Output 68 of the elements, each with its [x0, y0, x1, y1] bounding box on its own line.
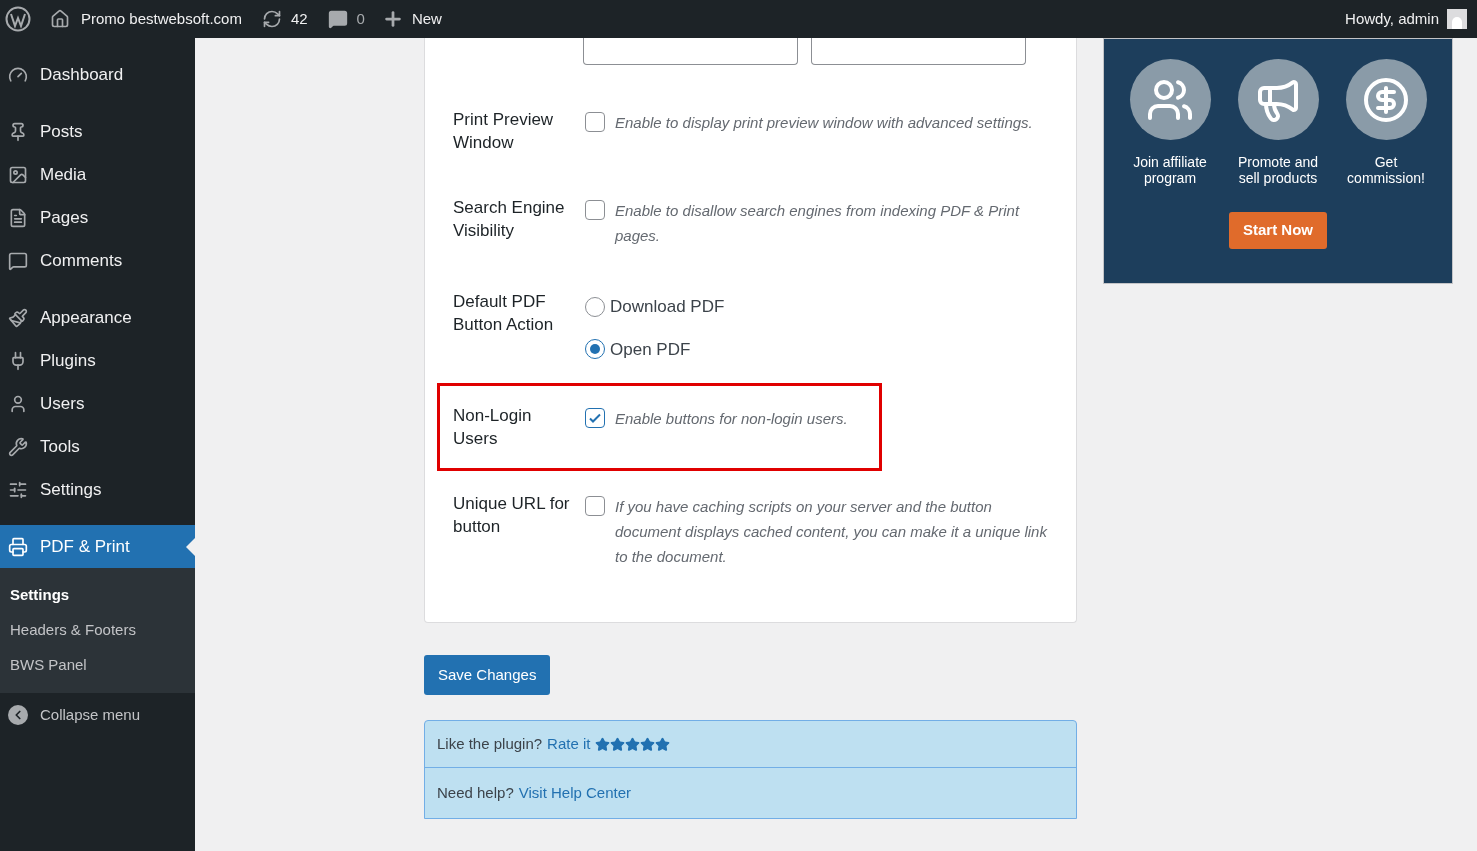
- collapse-icon: [8, 705, 28, 725]
- save-button[interactable]: Save Changes: [424, 655, 551, 695]
- option-description: If you have caching scripts on your server and the button document displays cached content, you can make it a unique link to the document.: [615, 497, 1049, 567]
- printer-icon: [8, 536, 28, 557]
- step-label: Get commission!: [1346, 154, 1426, 186]
- input-field[interactable]: [811, 38, 1026, 65]
- speech-bubble-icon: [8, 250, 28, 271]
- updates-count[interactable]: 42: [290, 7, 308, 31]
- updates-icon[interactable]: [261, 9, 282, 29]
- checkbox[interactable]: [585, 496, 605, 516]
- sidebar-item[interactable]: PDF & Print: [0, 525, 195, 568]
- star-icon: [610, 736, 626, 752]
- setting-label: Non-Login Users: [453, 405, 533, 450]
- comment-icon[interactable]: [327, 9, 348, 29]
- setting-label: Default PDF Button Action: [453, 291, 555, 336]
- checkbox[interactable]: [585, 200, 605, 220]
- sidebar-item[interactable]: Settings: [0, 468, 195, 511]
- current-pointer: [186, 538, 195, 556]
- input-field[interactable]: [583, 38, 798, 65]
- comments-count[interactable]: 0: [356, 7, 365, 31]
- radio-button[interactable]: [585, 339, 605, 360]
- option-description: Enable buttons for non-login users.: [615, 409, 848, 429]
- star-icon: [655, 736, 671, 752]
- radio-label[interactable]: Download PDF: [610, 294, 725, 320]
- home-icon[interactable]: [50, 9, 70, 29]
- greeting[interactable]: Howdy, admin: [1345, 7, 1439, 31]
- checkbox[interactable]: [585, 408, 605, 428]
- help-prompt: Need help?: [437, 782, 514, 803]
- sidebar-item[interactable]: Comments: [0, 239, 195, 282]
- brush-icon: [8, 307, 28, 328]
- checkbox[interactable]: [585, 112, 605, 132]
- media-icon: [8, 164, 28, 185]
- submenu-item[interactable]: Headers & Footers: [0, 613, 195, 648]
- help-link[interactable]: Visit Help Center: [518, 781, 631, 805]
- submenu-item[interactable]: BWS Panel: [0, 648, 195, 683]
- radio-button[interactable]: [585, 296, 605, 317]
- sidebar-item[interactable]: Appearance: [0, 296, 195, 339]
- sliders-icon: [8, 479, 28, 500]
- setting-label: Search Engine Visibility: [453, 197, 566, 242]
- star-icon: [640, 736, 656, 752]
- site-link[interactable]: Promo bestwebsoft.com: [81, 7, 242, 31]
- rate-link[interactable]: Rate it: [547, 732, 591, 756]
- sidebar-item[interactable]: Pages: [0, 196, 195, 239]
- radio-label[interactable]: Open PDF: [610, 336, 691, 362]
- option-description: Enable to display print preview window with advanced settings.: [615, 113, 1033, 133]
- rating-prompt: Like the plugin?: [437, 733, 543, 754]
- pin-icon: [8, 121, 28, 142]
- wordpress-logo-icon[interactable]: [5, 6, 31, 32]
- setting-label: Print Preview Window: [453, 109, 555, 154]
- sidebar-item[interactable]: Posts: [0, 110, 195, 153]
- star-icon: [625, 736, 641, 752]
- step-label: Join affiliate program: [1132, 154, 1208, 186]
- sidebar-item[interactable]: Dashboard: [0, 53, 195, 96]
- new-link[interactable]: New: [411, 7, 442, 31]
- user-icon: [8, 393, 28, 414]
- option-description: Enable to disallow search engines from indexing PDF & Print pages.: [615, 201, 1021, 246]
- submenu-item[interactable]: Settings: [0, 578, 195, 613]
- star-icon: [595, 736, 611, 752]
- page-icon: [8, 207, 28, 228]
- step-label: Promote and sell products: [1236, 154, 1320, 186]
- sidebar-item[interactable]: Users: [0, 382, 195, 425]
- collapse-menu[interactable]: Collapse menu: [0, 693, 195, 737]
- sidebar-item[interactable]: Plugins: [0, 339, 195, 382]
- star-rating[interactable]: [595, 736, 671, 752]
- wrench-icon: [8, 436, 28, 457]
- setting-label: Unique URL for button: [453, 493, 571, 538]
- sidebar-item[interactable]: Media: [0, 153, 195, 196]
- sidebar-item[interactable]: Tools: [0, 425, 195, 468]
